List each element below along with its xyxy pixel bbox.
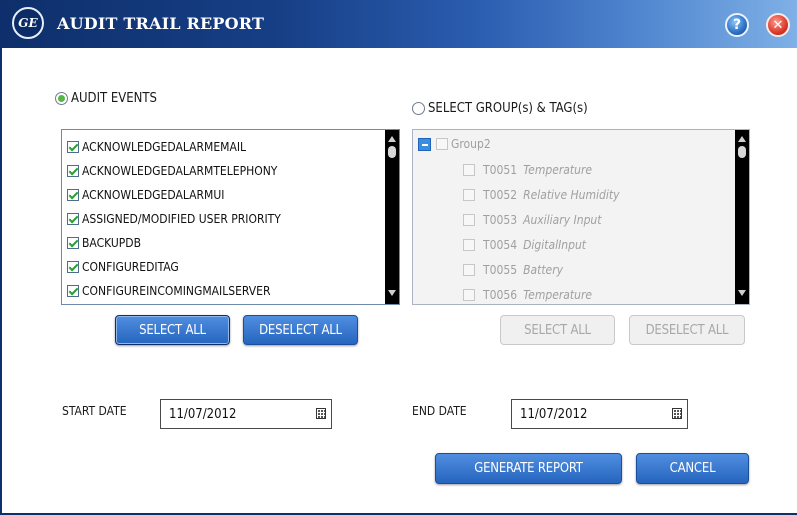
- events-select-all-button[interactable]: SELECT ALL: [115, 315, 230, 345]
- tree-tag-item[interactable]: T0054 DigitalInput: [463, 238, 586, 252]
- list-item[interactable]: ACKNOWLEDGEDALARMUI: [67, 188, 224, 202]
- list-item[interactable]: ACKNOWLEDGEDALARMTELEPHONY: [67, 164, 277, 178]
- tag-code: T0055: [483, 263, 518, 277]
- scrollbar[interactable]: [385, 130, 399, 304]
- audit-events-radio[interactable]: AUDIT EVENTS: [55, 91, 157, 106]
- checkbox-checked-icon[interactable]: [67, 285, 79, 297]
- radio-selected-icon: [55, 92, 68, 105]
- select-groups-tags-radio[interactable]: SELECT GROUP(s) & TAG(s): [412, 101, 588, 116]
- select-groups-tags-label: SELECT GROUP(s) & TAG(s): [428, 101, 588, 116]
- list-item-label: CONFIGUREDITAG: [82, 260, 179, 274]
- tag-code: T0052: [483, 188, 518, 202]
- checkbox-checked-icon[interactable]: [67, 165, 79, 177]
- checkbox-checked-icon[interactable]: [67, 237, 79, 249]
- checkbox-checked-icon[interactable]: [67, 213, 79, 225]
- scroll-down-icon[interactable]: [738, 290, 746, 296]
- calendar-icon[interactable]: [672, 408, 682, 419]
- audit-events-label: AUDIT EVENTS: [71, 91, 157, 106]
- start-date-label: START DATE: [62, 404, 127, 418]
- checkbox-unchecked-icon[interactable]: [463, 164, 475, 176]
- scroll-thumb[interactable]: [388, 146, 396, 158]
- list-item-label: CONFIGUREINCOMINGMAILSERVER: [82, 284, 271, 298]
- tag-description: DigitalInput: [523, 238, 587, 252]
- list-item-label: ACKNOWLEDGEDALARMEMAIL: [82, 140, 247, 154]
- list-item-label: ASSIGNED/MODIFIED USER PRIORITY: [82, 212, 281, 226]
- end-date-field[interactable]: 11/07/2012: [511, 399, 688, 429]
- cancel-button[interactable]: CANCEL: [636, 453, 749, 484]
- list-item-label: BACKUPDB: [82, 236, 142, 250]
- list-item[interactable]: BACKUPDB: [67, 236, 141, 250]
- title-bar: GE AUDIT TRAIL REPORT ? ✕: [2, 0, 797, 48]
- list-item[interactable]: CONFIGUREINCOMINGMAILSERVER: [67, 284, 270, 298]
- tags-select-all-button[interactable]: SELECT ALL: [500, 315, 615, 345]
- checkbox-unchecked-icon[interactable]: [463, 239, 475, 251]
- checkbox-checked-icon[interactable]: [67, 261, 79, 273]
- radio-unselected-icon: [412, 102, 425, 115]
- tree-group-item[interactable]: Group2: [418, 137, 491, 151]
- calendar-icon[interactable]: [316, 408, 326, 419]
- checkbox-unchecked-icon[interactable]: [463, 289, 475, 301]
- audit-events-list[interactable]: ACKNOWLEDGEDALARMEMAIL ACKNOWLEDGEDALARM…: [61, 129, 400, 305]
- tag-code: T0053: [483, 213, 518, 227]
- close-button[interactable]: ✕: [766, 13, 790, 37]
- events-deselect-all-button[interactable]: DESELECT ALL: [243, 315, 358, 345]
- tag-code: T0054: [483, 238, 518, 252]
- tree-tag-item[interactable]: T0053 Auxiliary Input: [463, 213, 602, 227]
- end-date-value: 11/07/2012: [520, 407, 588, 422]
- group-label: Group2: [451, 137, 491, 151]
- checkbox-unchecked-icon[interactable]: [463, 214, 475, 226]
- tag-code: T0051: [483, 163, 518, 177]
- list-item-label: ACKNOWLEDGEDALARMUI: [82, 188, 225, 202]
- end-date-label: END DATE: [412, 404, 467, 418]
- checkbox-checked-icon[interactable]: [67, 189, 79, 201]
- ge-logo-icon: GE: [12, 7, 44, 39]
- scroll-thumb[interactable]: [738, 146, 746, 158]
- help-button[interactable]: ?: [725, 13, 749, 37]
- tree-tag-item[interactable]: T0051 Temperature: [463, 163, 592, 177]
- list-item[interactable]: ASSIGNED/MODIFIED USER PRIORITY: [67, 212, 281, 226]
- list-item[interactable]: ACKNOWLEDGEDALARMEMAIL: [67, 140, 246, 154]
- tag-description: Battery: [523, 263, 564, 277]
- tree-tag-item[interactable]: T0055 Battery: [463, 263, 563, 277]
- list-item-label: ACKNOWLEDGEDALARMTELEPHONY: [82, 164, 278, 178]
- tag-description: Temperature: [523, 288, 593, 302]
- generate-report-button[interactable]: GENERATE REPORT: [435, 453, 622, 484]
- checkbox-unchecked-icon[interactable]: [463, 264, 475, 276]
- tags-deselect-all-button[interactable]: DESELECT ALL: [629, 315, 745, 345]
- tag-description: Relative Humidity: [523, 188, 620, 202]
- groups-tags-tree[interactable]: Group2 T0051 Temperature T0052 Relative …: [412, 129, 750, 305]
- scroll-up-icon[interactable]: [738, 136, 746, 142]
- scrollbar[interactable]: [735, 130, 749, 304]
- tree-tag-item[interactable]: T0056 Temperature: [463, 288, 592, 302]
- scroll-up-icon[interactable]: [388, 136, 396, 142]
- tag-description: Auxiliary Input: [523, 213, 602, 227]
- tag-code: T0056: [483, 288, 518, 302]
- list-item[interactable]: CONFIGUREDITAG: [67, 260, 179, 274]
- tree-tag-item[interactable]: T0052 Relative Humidity: [463, 188, 619, 202]
- dialog-title: AUDIT TRAIL REPORT: [57, 14, 265, 33]
- checkbox-unchecked-icon[interactable]: [436, 138, 448, 150]
- scroll-down-icon[interactable]: [388, 290, 396, 296]
- checkbox-unchecked-icon[interactable]: [463, 189, 475, 201]
- checkbox-checked-icon[interactable]: [67, 141, 79, 153]
- start-date-field[interactable]: 11/07/2012: [160, 399, 332, 429]
- start-date-value: 11/07/2012: [169, 407, 237, 422]
- tag-description: Temperature: [523, 163, 593, 177]
- collapse-minus-icon[interactable]: [418, 137, 431, 151]
